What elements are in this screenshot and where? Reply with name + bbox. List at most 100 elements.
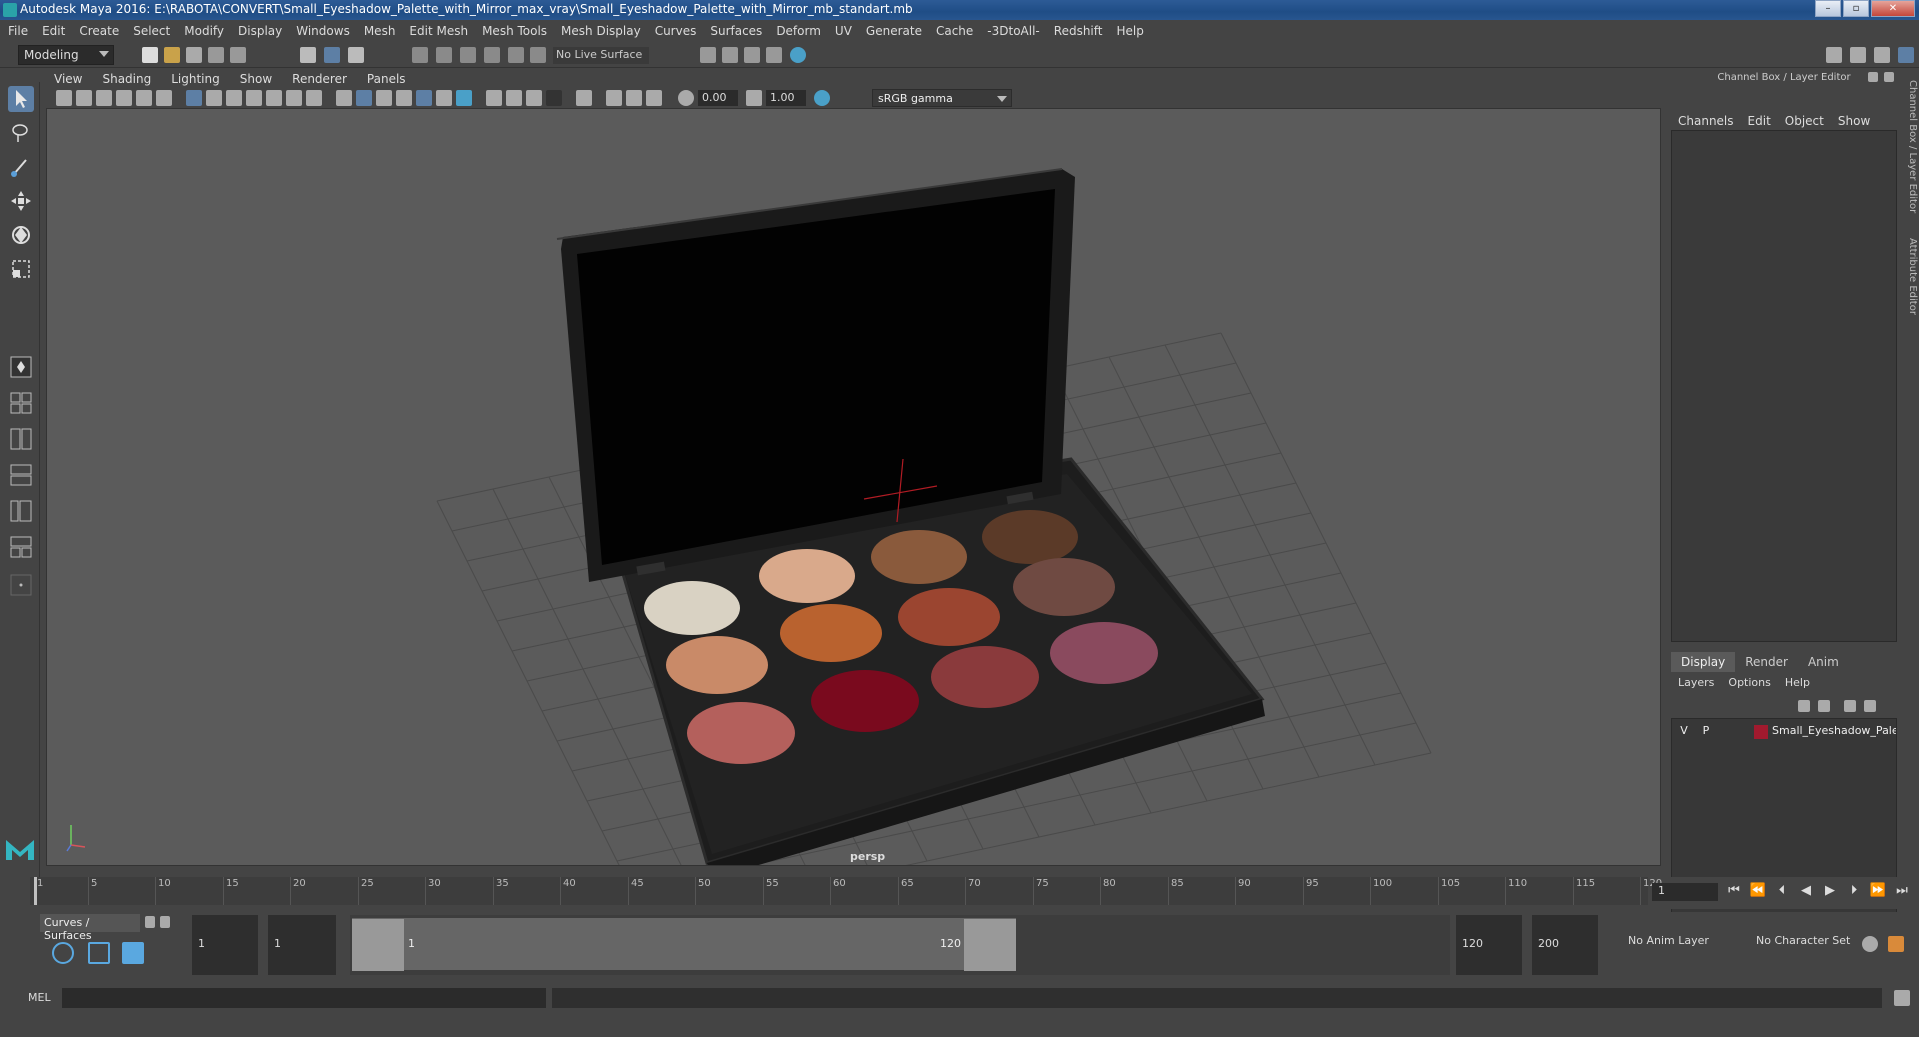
menu-edit[interactable]: Edit xyxy=(42,24,65,38)
use-all-lights-icon[interactable] xyxy=(436,90,452,106)
tab-display[interactable]: Display xyxy=(1671,652,1736,672)
step-back-key-button[interactable]: ⏪ xyxy=(1746,883,1770,898)
current-time-indicator[interactable] xyxy=(34,877,37,905)
ambient-occlusion-icon[interactable] xyxy=(526,90,542,106)
layer-visibility-toggle[interactable]: V xyxy=(1676,724,1692,737)
frame-selection-icon[interactable] xyxy=(646,90,662,106)
animation-end-field[interactable]: 200 xyxy=(1532,915,1598,975)
render-settings-icon[interactable] xyxy=(744,47,760,63)
wireframe-on-shaded-icon[interactable] xyxy=(396,90,412,106)
menu-select[interactable]: Select xyxy=(133,24,170,38)
select-component-icon[interactable] xyxy=(348,47,364,63)
ipr-render-icon[interactable] xyxy=(722,47,738,63)
side-tab-attribute-editor[interactable]: Attribute Editor xyxy=(1902,238,1918,338)
scale-tool-icon[interactable] xyxy=(8,256,34,282)
snap-live-icon[interactable] xyxy=(508,47,524,63)
rotate-tool-icon[interactable] xyxy=(8,222,34,248)
script-editor-icon[interactable] xyxy=(1894,990,1910,1006)
shelf-tab-curves-surfaces[interactable]: Curves / Surfaces xyxy=(40,914,140,942)
hypergraph-layout-icon[interactable] xyxy=(8,534,34,560)
menu-redshift[interactable]: Redshift xyxy=(1054,24,1103,38)
menu-help[interactable]: Help xyxy=(1116,24,1143,38)
viewport-menu-shading[interactable]: Shading xyxy=(102,72,151,86)
menu-curves[interactable]: Curves xyxy=(655,24,697,38)
go-to-end-button[interactable]: ⏭ xyxy=(1890,883,1914,898)
step-back-frame-button[interactable]: ⏴ xyxy=(1770,883,1794,898)
menu-3dtoall[interactable]: -3DtoAll- xyxy=(987,24,1039,38)
curve-tool-icon[interactable] xyxy=(122,942,144,964)
nurbs-square-icon[interactable] xyxy=(88,942,110,964)
render-frame-icon[interactable] xyxy=(700,47,716,63)
safe-title-icon[interactable] xyxy=(306,90,322,106)
hud-icon[interactable] xyxy=(606,90,622,106)
camera-attributes-icon[interactable] xyxy=(76,90,92,106)
viewport-menu-renderer[interactable]: Renderer xyxy=(292,72,347,86)
lasso-tool-icon[interactable] xyxy=(8,120,34,146)
graph-layout-icon[interactable] xyxy=(8,498,34,524)
gate-mask-icon[interactable] xyxy=(246,90,262,106)
playback-end-field[interactable]: 120 xyxy=(1456,915,1522,975)
play-backwards-button[interactable]: ◀ xyxy=(1794,883,1818,898)
nurbs-circle-icon[interactable] xyxy=(52,942,74,964)
menu-windows[interactable]: Windows xyxy=(296,24,350,38)
menu-create[interactable]: Create xyxy=(79,24,119,38)
menu-mesh-tools[interactable]: Mesh Tools xyxy=(482,24,547,38)
close-panel-icon[interactable] xyxy=(1884,72,1894,82)
eyeshadow-palette-model[interactable] xyxy=(556,168,1265,866)
camera-icon[interactable] xyxy=(56,90,72,106)
maximize-button[interactable]: ▫ xyxy=(1843,0,1869,17)
move-tool-icon[interactable] xyxy=(8,188,34,214)
save-scene-icon[interactable] xyxy=(186,47,202,63)
select-hierarchy-icon[interactable] xyxy=(300,47,316,63)
layer-playback-toggle[interactable]: P xyxy=(1698,724,1714,737)
script-language-toggle[interactable]: MEL xyxy=(28,991,51,1004)
menu-file[interactable]: File xyxy=(8,24,28,38)
snap-curve-icon[interactable] xyxy=(436,47,452,63)
exposure-field[interactable]: 0.00 xyxy=(698,90,738,106)
exposure-icon[interactable] xyxy=(678,90,694,106)
layer-help-menu[interactable]: Help xyxy=(1785,676,1810,689)
paint-select-tool-icon[interactable] xyxy=(8,154,34,180)
auto-key-icon[interactable] xyxy=(1862,936,1878,952)
textured-icon[interactable] xyxy=(416,90,432,106)
fit-icon[interactable] xyxy=(626,90,642,106)
menu-modify[interactable]: Modify xyxy=(184,24,224,38)
range-end-handle[interactable] xyxy=(964,919,1016,971)
menu-surfaces[interactable]: Surfaces xyxy=(710,24,762,38)
current-frame-field[interactable]: 1 xyxy=(1652,883,1718,901)
playback-start-field[interactable]: 1 xyxy=(268,915,336,975)
time-slider-track[interactable]: 1 5 10 15 20 25 30 35 40 45 50 55 60 65 70 75 80 85 90 95 10… xyxy=(30,877,1662,905)
redo-icon[interactable] xyxy=(230,47,246,63)
tab-anim[interactable]: Anim xyxy=(1798,652,1849,672)
snap-grid-icon[interactable] xyxy=(412,47,428,63)
minimize-button[interactable]: – xyxy=(1815,0,1841,17)
gamma-field[interactable]: 1.00 xyxy=(766,90,806,106)
menu-mesh[interactable]: Mesh xyxy=(364,24,396,38)
viewport-menu-view[interactable]: View xyxy=(54,72,82,86)
move-layer-down-icon[interactable] xyxy=(1818,700,1830,712)
channel-box-area[interactable] xyxy=(1671,130,1897,642)
layout-options-icon[interactable] xyxy=(8,572,34,598)
animation-start-field[interactable]: 1 xyxy=(192,915,258,975)
menu-edit-mesh[interactable]: Edit Mesh xyxy=(409,24,468,38)
playback-range-slider[interactable]: 1 120 xyxy=(350,915,1450,975)
layer-row[interactable]: V P Small_Eyeshadow_Palett xyxy=(1676,723,1896,741)
layers-menu[interactable]: Layers xyxy=(1678,676,1714,689)
range-start-handle[interactable] xyxy=(352,919,404,971)
snap-point-icon[interactable] xyxy=(460,47,476,63)
layer-options-menu[interactable]: Options xyxy=(1728,676,1770,689)
step-forward-key-button[interactable]: ⏩ xyxy=(1866,883,1890,898)
hypershade-icon[interactable] xyxy=(766,47,782,63)
layer-color-swatch[interactable] xyxy=(1754,725,1768,739)
menu-display[interactable]: Display xyxy=(238,24,282,38)
smooth-shade-icon[interactable] xyxy=(356,90,372,106)
toggle-panels-icon[interactable] xyxy=(1850,47,1866,63)
grease-pencil-icon[interactable] xyxy=(156,90,172,106)
grid-icon[interactable] xyxy=(186,90,202,106)
new-scene-icon[interactable] xyxy=(142,47,158,63)
snap-view-plane-icon[interactable] xyxy=(484,47,500,63)
film-gate-icon[interactable] xyxy=(206,90,222,106)
bookmark-icon[interactable] xyxy=(96,90,112,106)
side-tab-channel-box[interactable]: Channel Box / Layer Editor xyxy=(1902,80,1918,220)
perspective-viewport[interactable]: persp xyxy=(46,108,1661,866)
